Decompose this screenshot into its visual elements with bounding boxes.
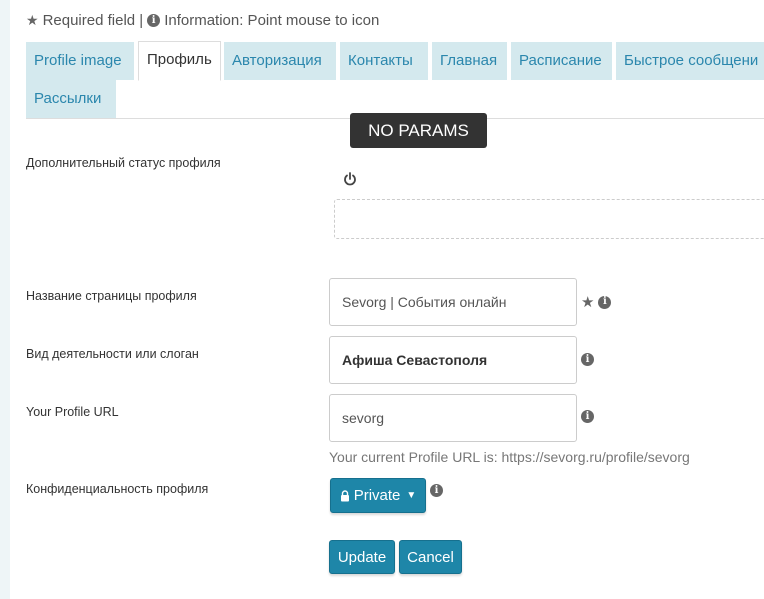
tab-schedule[interactable]: Расписание (511, 42, 612, 80)
no-params-tooltip: NO PARAMS (350, 113, 487, 148)
lock-icon (340, 489, 349, 501)
info-icon[interactable]: i (581, 353, 594, 366)
page-name-input[interactable]: Sevorg | События онлайн (329, 278, 577, 326)
tab-quick-message[interactable]: Быстрое сообщени (616, 42, 764, 80)
star-icon: ★ (26, 12, 39, 28)
required-field-text: Required field | (42, 12, 144, 29)
info-line: ★ Required field | i Information: Point … (26, 12, 379, 29)
cancel-button[interactable]: Cancel (399, 540, 462, 574)
left-strip (0, 0, 10, 599)
page-name-label: Название страницы профиля (26, 289, 197, 303)
privacy-label: Конфиденциальность профиля (26, 482, 209, 496)
power-icon[interactable] (343, 172, 357, 186)
tab-profile-image[interactable]: Profile image (26, 42, 134, 80)
activity-label: Вид деятельности или слоган (26, 347, 199, 361)
information-text: Information: Point mouse to icon (164, 12, 380, 29)
page-name-icons: ★ i (581, 293, 612, 311)
tab-main[interactable]: Главная (432, 42, 507, 80)
caret-down-icon: ▼ (406, 490, 417, 501)
update-button[interactable]: Update (329, 540, 395, 574)
info-icon: i (147, 14, 161, 27)
activity-input[interactable]: Афиша Севастополя (329, 336, 577, 384)
tab-profile[interactable]: Профиль (138, 41, 221, 81)
profile-url-helper: Your current Profile URL is: https://sev… (329, 449, 690, 465)
tab-authorization[interactable]: Авторизация (224, 42, 336, 80)
required-star-icon: ★ (581, 294, 595, 311)
privacy-dropdown-button[interactable]: Private ▼ (330, 478, 426, 513)
profile-url-label: Your Profile URL (26, 405, 119, 419)
tab-mailings[interactable]: Рассылки (26, 80, 116, 118)
tab-contacts[interactable]: Контакты (340, 42, 428, 80)
info-icon[interactable]: i (430, 484, 443, 497)
activity-icons: i (581, 353, 594, 366)
profile-url-input[interactable]: sevorg (329, 394, 577, 442)
privacy-icons: i (430, 484, 443, 497)
privacy-value: Private (353, 487, 401, 504)
extra-status-label: Дополнительный статус профиля (26, 156, 221, 170)
extra-status-dropzone[interactable] (334, 199, 764, 239)
info-icon[interactable]: i (581, 410, 594, 423)
info-icon[interactable]: i (598, 295, 612, 309)
profile-url-icons: i (581, 410, 594, 423)
